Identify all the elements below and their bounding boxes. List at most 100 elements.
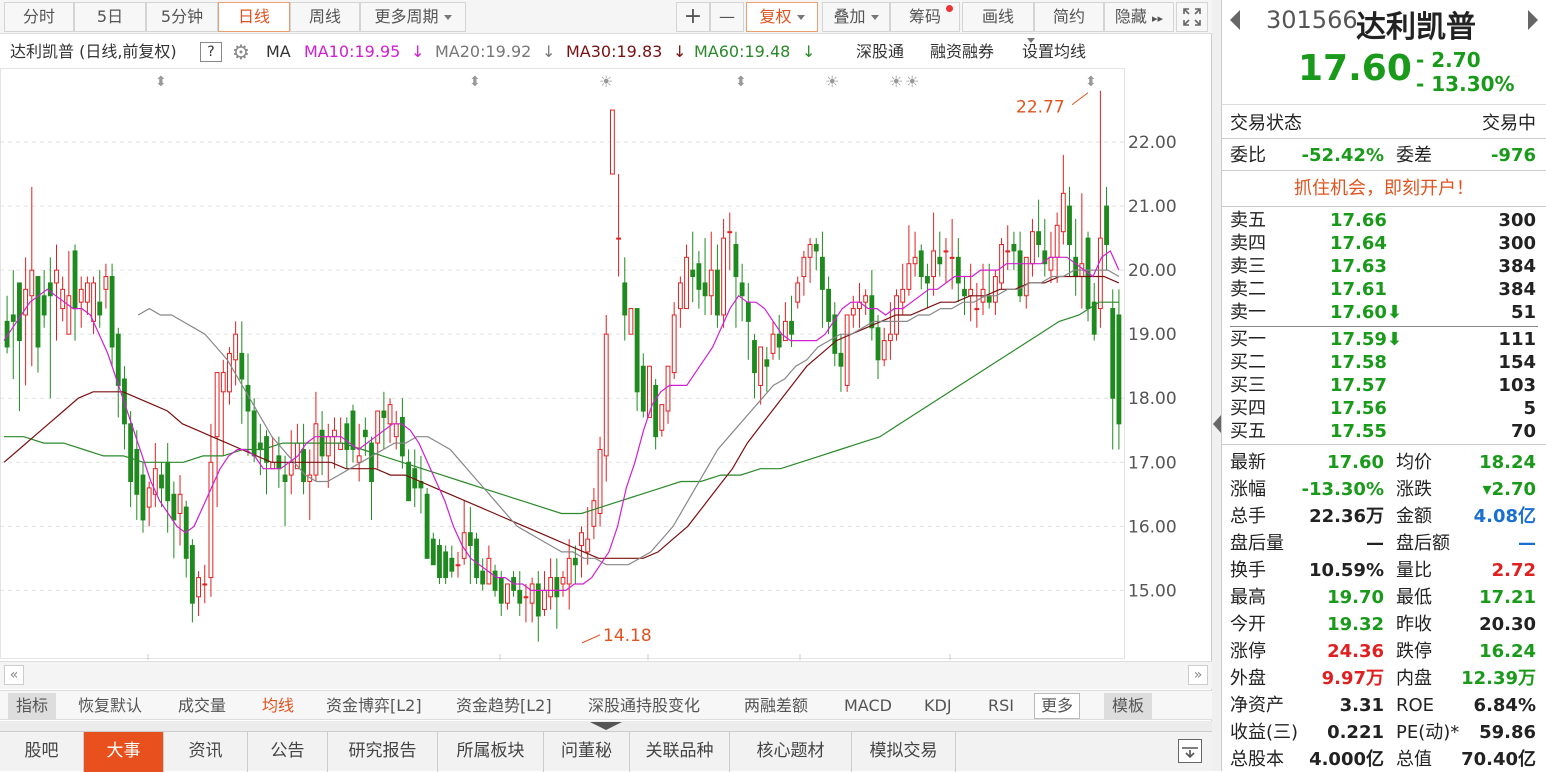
gear-icon[interactable]: ⚙ (232, 38, 250, 66)
tab-daily[interactable]: 日线 (218, 2, 290, 32)
candle-body (54, 269, 59, 284)
tab-indicator[interactable]: 指标 (8, 693, 57, 719)
bid-row[interactable]: 买五 17.55 70 (1222, 420, 1546, 443)
scroll-left-icon[interactable]: « (4, 665, 24, 685)
weibi-label: 委比 (1230, 145, 1266, 166)
tab-hk-holding[interactable]: 深股通持股变化 (588, 693, 700, 719)
candle-body (721, 237, 727, 316)
candle-body (214, 372, 220, 438)
price-change: - 2.70 (1416, 48, 1481, 72)
stat-value: 9.97万 (1321, 668, 1384, 689)
chart-scrollbar[interactable]: « » (0, 661, 1212, 689)
candle-body (467, 532, 473, 547)
simple-button[interactable]: 简约 (1034, 2, 1104, 32)
tab-fenshi[interactable]: 分时 (4, 2, 74, 32)
book-volume: 300 (1498, 233, 1536, 254)
candle-body (60, 288, 66, 310)
zoom-in-button[interactable]: + (676, 2, 710, 32)
link-shengutong[interactable]: 深股通 (856, 38, 904, 66)
tab-ma[interactable]: 均线 (262, 693, 294, 719)
stat-value: ▾2.70 (1482, 479, 1536, 500)
candle-body (863, 295, 869, 303)
zoom-out-button[interactable]: — (710, 2, 744, 32)
link-margin[interactable]: 融资融券 (930, 38, 994, 66)
candle-body (233, 333, 239, 361)
ask-row[interactable]: 卖五 17.66 300 (1222, 209, 1546, 232)
panel-splitter[interactable] (0, 721, 1212, 731)
candle-body (603, 333, 609, 457)
tab-kdj[interactable]: KDJ (924, 693, 952, 719)
stat-value: 19.70 (1327, 587, 1384, 608)
stat-value: -13.30% (1301, 479, 1384, 500)
candle-body (10, 314, 16, 322)
candle-body (918, 250, 924, 278)
chevron-down-icon (443, 15, 452, 20)
tab-volume[interactable]: 成交量 (178, 693, 226, 719)
period-toolbar: 分时 5日 5分钟 日线 周线 更多周期 + — 复权 叠加 筹码 画线 简约 … (0, 0, 1212, 34)
tab-reset-default[interactable]: 恢复默认 (78, 693, 142, 719)
ask-row[interactable]: 卖四 17.64 300 (1222, 232, 1546, 255)
more-period-dropdown[interactable]: 更多周期 (360, 2, 466, 32)
next-stock-icon[interactable] (1528, 10, 1538, 30)
quote-panel: 301566 达利凯普 17.60 - 2.70 - 13.30% 交易状态 交… (1222, 0, 1546, 771)
tab-macd[interactable]: MACD (844, 693, 892, 719)
candlestick-chart[interactable]: 22.00 21.00 20.00 19.00 18.00 17.00 16.00 15.00… (0, 68, 1212, 660)
tab-weekly[interactable]: 周线 (290, 2, 360, 32)
download-icon[interactable] (1178, 739, 1202, 763)
ask-row[interactable]: 卖一 17.60⬇ 51 (1222, 301, 1546, 324)
tab-announcement[interactable]: 公告 (248, 732, 328, 772)
tab-secretary[interactable]: 问董秘 (544, 732, 630, 772)
ask-row[interactable]: 卖三 17.63 384 (1222, 255, 1546, 278)
collapse-left-icon[interactable] (1213, 415, 1221, 433)
ask-row[interactable]: 卖二 17.61 384 (1222, 278, 1546, 301)
candle-body (838, 352, 844, 367)
tab-fund-game[interactable]: 资金博弈[L2] (326, 693, 422, 719)
tab-fund-trend[interactable]: 资金趋势[L2] (456, 693, 552, 719)
candle-body (659, 404, 665, 431)
tab-sim-trade[interactable]: 模拟交易 (852, 732, 956, 772)
tab-5day[interactable]: 5日 (74, 2, 146, 32)
tab-related[interactable]: 关联品种 (630, 732, 730, 772)
tab-template[interactable]: 模板 (1104, 693, 1153, 719)
tab-events[interactable]: 大事 (84, 732, 164, 772)
tab-core-theme[interactable]: 核心题材 (730, 732, 852, 772)
bid-row[interactable]: 买三 17.57 103 (1222, 374, 1546, 397)
stats-row: 收益(三) 0.221 PE(动)* 59.86 (1222, 721, 1546, 744)
tab-5min[interactable]: 5分钟 (146, 2, 218, 32)
candle-body (665, 365, 671, 412)
tab-sector[interactable]: 所属板块 (438, 732, 544, 772)
candle-body (1036, 231, 1042, 246)
candle-body (579, 532, 584, 547)
tab-news[interactable]: 资讯 (164, 732, 248, 772)
stats-row: 今开 19.32 昨收 20.30 (1222, 613, 1546, 636)
tab-rsi[interactable]: RSI (988, 693, 1014, 719)
tab-guba[interactable]: 股吧 (0, 732, 84, 772)
candle-body (1048, 256, 1054, 271)
fuquan-dropdown[interactable]: 复权 (746, 2, 818, 32)
side-panel-toggle[interactable] (1212, 0, 1222, 771)
hide-button[interactable]: 隐藏 ▸▸ (1104, 2, 1174, 32)
expand-icon[interactable] (1176, 2, 1208, 32)
bid-row[interactable]: 买四 17.56 5 (1222, 397, 1546, 420)
help-icon[interactable]: ? (200, 42, 222, 62)
open-account-link[interactable]: 抓住机会，即刻开户！ (1222, 172, 1546, 206)
collapse-down-icon[interactable] (590, 722, 622, 730)
tab-margin-diff[interactable]: 两融差额 (744, 693, 808, 719)
candle-body (344, 423, 350, 450)
candle-body (820, 256, 825, 290)
prev-stock-icon[interactable] (1230, 10, 1240, 30)
book-volume: 300 (1498, 210, 1536, 231)
tab-more[interactable]: 更多 (1034, 693, 1081, 719)
draw-button[interactable]: 画线 (962, 2, 1034, 32)
book-volume: 103 (1498, 375, 1536, 396)
tab-research[interactable]: 研究报告 (328, 732, 438, 772)
candle-body (227, 352, 232, 393)
ma30-arrow-icon: ↓ (673, 42, 687, 61)
book-price: 17.57 (1330, 375, 1387, 396)
scroll-right-icon[interactable]: » (1188, 665, 1208, 685)
bid-row[interactable]: 买一 17.59⬇ 111 (1222, 328, 1546, 351)
stat-value: 3.31 (1339, 695, 1384, 716)
stat-label: 净资产 (1230, 695, 1284, 716)
overlay-dropdown[interactable]: 叠加 (822, 2, 890, 32)
bid-row[interactable]: 买二 17.58 154 (1222, 351, 1546, 374)
